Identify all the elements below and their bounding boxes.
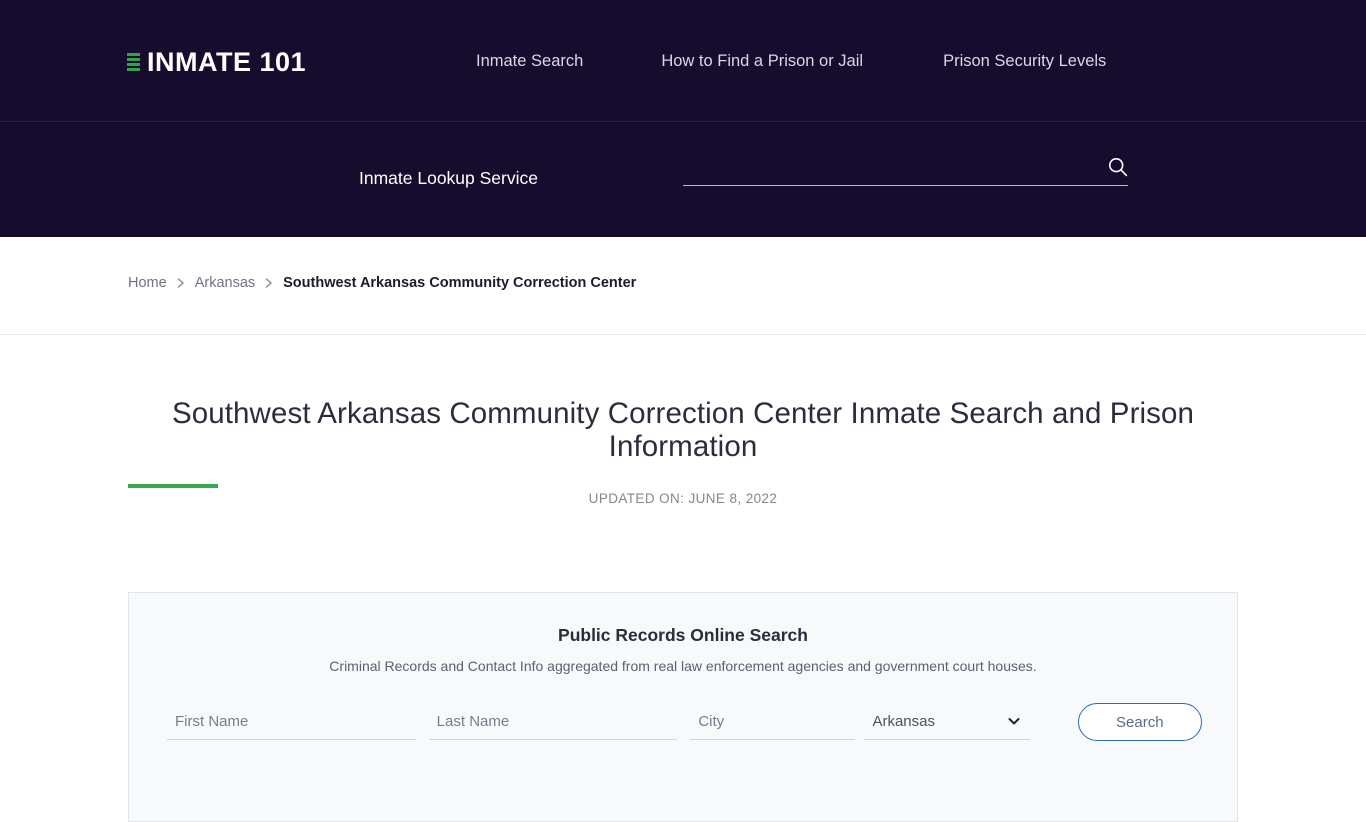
first-name-field [167, 703, 416, 741]
state-select[interactable]: Arkansas [864, 703, 1030, 740]
breadcrumb-current: Southwest Arkansas Community Correction … [283, 275, 637, 291]
public-records-card: Public Records Online Search Criminal Re… [128, 592, 1238, 822]
last-name-field [428, 703, 678, 741]
breadcrumb-bar: Home Arkansas Southwest Arkansas Communi… [0, 237, 1366, 335]
search-icon-glyph [1108, 157, 1128, 177]
page-title-area: Southwest Arkansas Community Correction … [0, 335, 1366, 506]
main-navigation: Inmate Search How to Find a Prison or Ja… [460, 48, 1106, 74]
public-records-subheading: Criminal Records and Contact Info aggreg… [329, 658, 1037, 674]
inmate-lookup-label: Inmate Lookup Service [359, 168, 538, 188]
city-input[interactable] [690, 703, 856, 740]
logo-text: INMATE 101 [147, 46, 307, 77]
site-logo[interactable]: INMATE 101 [127, 44, 306, 80]
prison-bars-icon [127, 53, 140, 71]
last-name-input[interactable] [428, 703, 678, 740]
chevron-right-icon [264, 277, 274, 289]
chevron-right-icon-glyph [265, 278, 272, 288]
city-field [690, 703, 856, 741]
search-icon[interactable] [1106, 155, 1130, 179]
breadcrumb: Home Arkansas Southwest Arkansas Communi… [128, 275, 636, 291]
first-name-input[interactable] [167, 703, 416, 740]
nav-item-prison-security-levels[interactable]: Prison Security Levels [943, 48, 1106, 74]
public-records-form: Arkansas Search [167, 703, 1202, 741]
nav-item-inmate-search[interactable]: Inmate Search [476, 48, 583, 74]
nav-item-how-to-find-a-prison-or-jail[interactable]: How to Find a Prison or Jail [661, 48, 863, 74]
public-records-heading: Public Records Online Search [558, 625, 808, 645]
chevron-right-icon-glyph [177, 278, 184, 288]
breadcrumb-item-home[interactable]: Home [128, 275, 167, 291]
site-header: INMATE 101 Inmate Search How to Find a P… [0, 0, 1366, 122]
inmate-lookup-search-wrapper [683, 157, 1128, 187]
state-field: Arkansas [864, 703, 1030, 741]
records-search-button[interactable]: Search [1077, 703, 1202, 741]
title-accent-rule [128, 484, 218, 488]
page-title: Southwest Arkansas Community Correction … [171, 397, 1195, 463]
inmate-lookup-input[interactable] [683, 157, 1128, 186]
chevron-right-icon [176, 277, 186, 289]
breadcrumb-item-arkansas[interactable]: Arkansas [195, 275, 255, 291]
inmate-lookup-bar: Inmate Lookup Service [0, 122, 1366, 237]
